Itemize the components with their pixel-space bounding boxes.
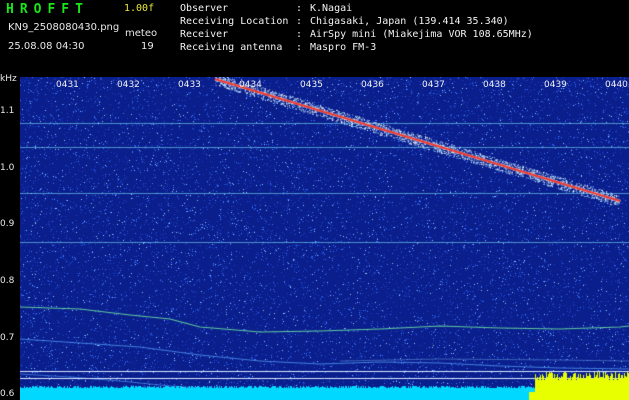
header-panel: HROFFT 1.00f KN9_2508080430.png 25.08.08… — [0, 0, 629, 74]
antenna-value: Maspro FM-3 — [310, 42, 377, 53]
spectrogram-plot[interactable] — [20, 77, 629, 400]
file-name: KN9_2508080430.png — [8, 22, 120, 33]
freq-label: 1.1 — [0, 106, 15, 116]
colon: : — [296, 3, 303, 14]
colon: : — [296, 29, 303, 40]
receiver-label: Receiver — [180, 29, 229, 40]
location-value: Chigasaki, Japan (139.414 35.340) — [310, 16, 509, 27]
colon: : — [296, 16, 303, 27]
meteor-label: meteo — [125, 28, 158, 39]
freq-label: 0.6 — [0, 389, 15, 400]
timestamp: 25.08.08 04:30 — [8, 41, 85, 52]
time-label: 0440 — [605, 80, 628, 90]
freq-label: 0.7 — [0, 332, 15, 343]
frequency-unit: kHz — [0, 74, 17, 84]
time-label: 0437 — [422, 80, 445, 90]
freq-label: 1.0 — [0, 162, 15, 173]
freq-label: 0.9 — [0, 219, 15, 230]
observer-value: K.Nagai — [310, 3, 353, 14]
receiver-value: AirSpy mini (Miakejima VOR 108.65MHz) — [310, 29, 533, 40]
observer-label: Observer — [180, 3, 229, 14]
time-label: 0439 — [544, 80, 567, 90]
time-label: 0436 — [361, 80, 384, 90]
time-label: 0432 — [117, 80, 140, 90]
app-title: HROFFT — [6, 2, 89, 17]
freq-label: 0.8 — [0, 276, 15, 286]
meteor-count: 19 — [141, 41, 154, 52]
time-label: 0438 — [483, 80, 506, 90]
app-version: 1.00f — [124, 3, 155, 14]
time-label: 0435 — [300, 80, 323, 90]
location-label: Receiving Location — [180, 16, 289, 27]
time-label: 0434 — [239, 80, 262, 90]
time-label: 0433 — [178, 80, 201, 90]
colon: : — [296, 42, 303, 53]
antenna-label: Receiving antenna — [180, 42, 283, 53]
frequency-axis: kHz 1.1 1.0 0.9 0.8 0.7 0.6 — [0, 74, 20, 400]
time-label: 0431 — [56, 80, 79, 90]
